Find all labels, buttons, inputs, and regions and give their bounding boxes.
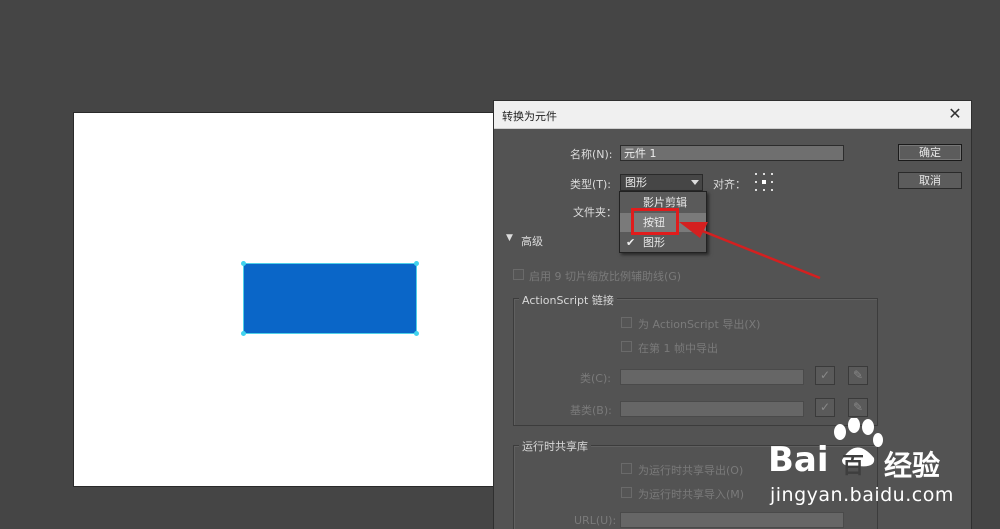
url-label: URL(U): [574,514,617,527]
check-icon[interactable]: ✓ [815,398,835,417]
ok-button[interactable]: 确定 [898,144,962,161]
align-label: 对齐： [713,178,746,191]
pencil-icon[interactable]: ✎ [848,366,868,385]
pencil-icon[interactable]: ✎ [848,398,868,417]
highlight-box [631,208,679,235]
check-icon: ✔ [626,236,636,249]
selection-handle[interactable] [241,331,246,336]
nine-slice-label: 启用 9 切片缩放比例辅助线(G) [529,270,682,283]
type-select[interactable]: 图形 [620,174,703,191]
runtime-import-label: 为运行时共享导入(M) [638,488,745,501]
name-input[interactable]: 元件 1 [620,145,844,161]
runtime-export-checkbox[interactable] [621,463,632,474]
base-class-label: 基类(B): [570,404,612,417]
selection-handle[interactable] [414,261,419,266]
folder-label: 文件夹： [573,206,617,219]
advanced-label[interactable]: 高级 [521,233,543,249]
registration-grid-icon[interactable] [755,173,773,191]
export-frame1-checkbox[interactable] [621,341,632,352]
type-select-value: 图形 [625,176,647,189]
runtime-import-checkbox[interactable] [621,487,632,498]
actionscript-group-title: ActionScript 链接 [519,292,617,308]
class-label: 类(C): [580,372,611,385]
dropdown-item-graphic[interactable]: ✔ 图形 [620,233,706,252]
runtime-group-title: 运行时共享库 [519,438,591,454]
selection-handle[interactable] [414,331,419,336]
selection-handle[interactable] [241,261,246,266]
close-icon[interactable]: ✕ [945,104,965,124]
base-class-input[interactable] [620,401,804,417]
blue-rectangle-shape[interactable] [243,263,417,334]
dialog-titlebar: 转换为元件 ✕ [494,101,971,129]
cancel-button[interactable]: 取消 [898,172,962,189]
export-actionscript-checkbox[interactable] [621,317,632,328]
watermark-url: jingyan.baidu.com [770,484,954,506]
baidu-jingyan-watermark: Bai 百 经验 jingyan.baidu.com [768,418,1000,529]
type-label: 类型(T): [570,178,612,191]
watermark-brand: Bai [768,440,829,480]
name-label: 名称(N): [570,148,613,161]
dropdown-item-label: 图形 [643,236,665,249]
chevron-down-icon [691,180,699,185]
advanced-toggle-icon[interactable]: ▼ [506,233,513,243]
check-icon[interactable]: ✓ [815,366,835,385]
runtime-export-label: 为运行时共享导出(O) [638,464,744,477]
nine-slice-checkbox[interactable] [513,269,524,280]
class-input[interactable] [620,369,804,385]
export-frame1-label: 在第 1 帧中导出 [638,342,718,355]
dialog-title: 转换为元件 [502,110,557,123]
export-actionscript-label: 为 ActionScript 导出(X) [638,318,761,331]
watermark-label: 经验 [884,449,941,482]
watermark-brand-suffix: 百 [842,454,865,479]
